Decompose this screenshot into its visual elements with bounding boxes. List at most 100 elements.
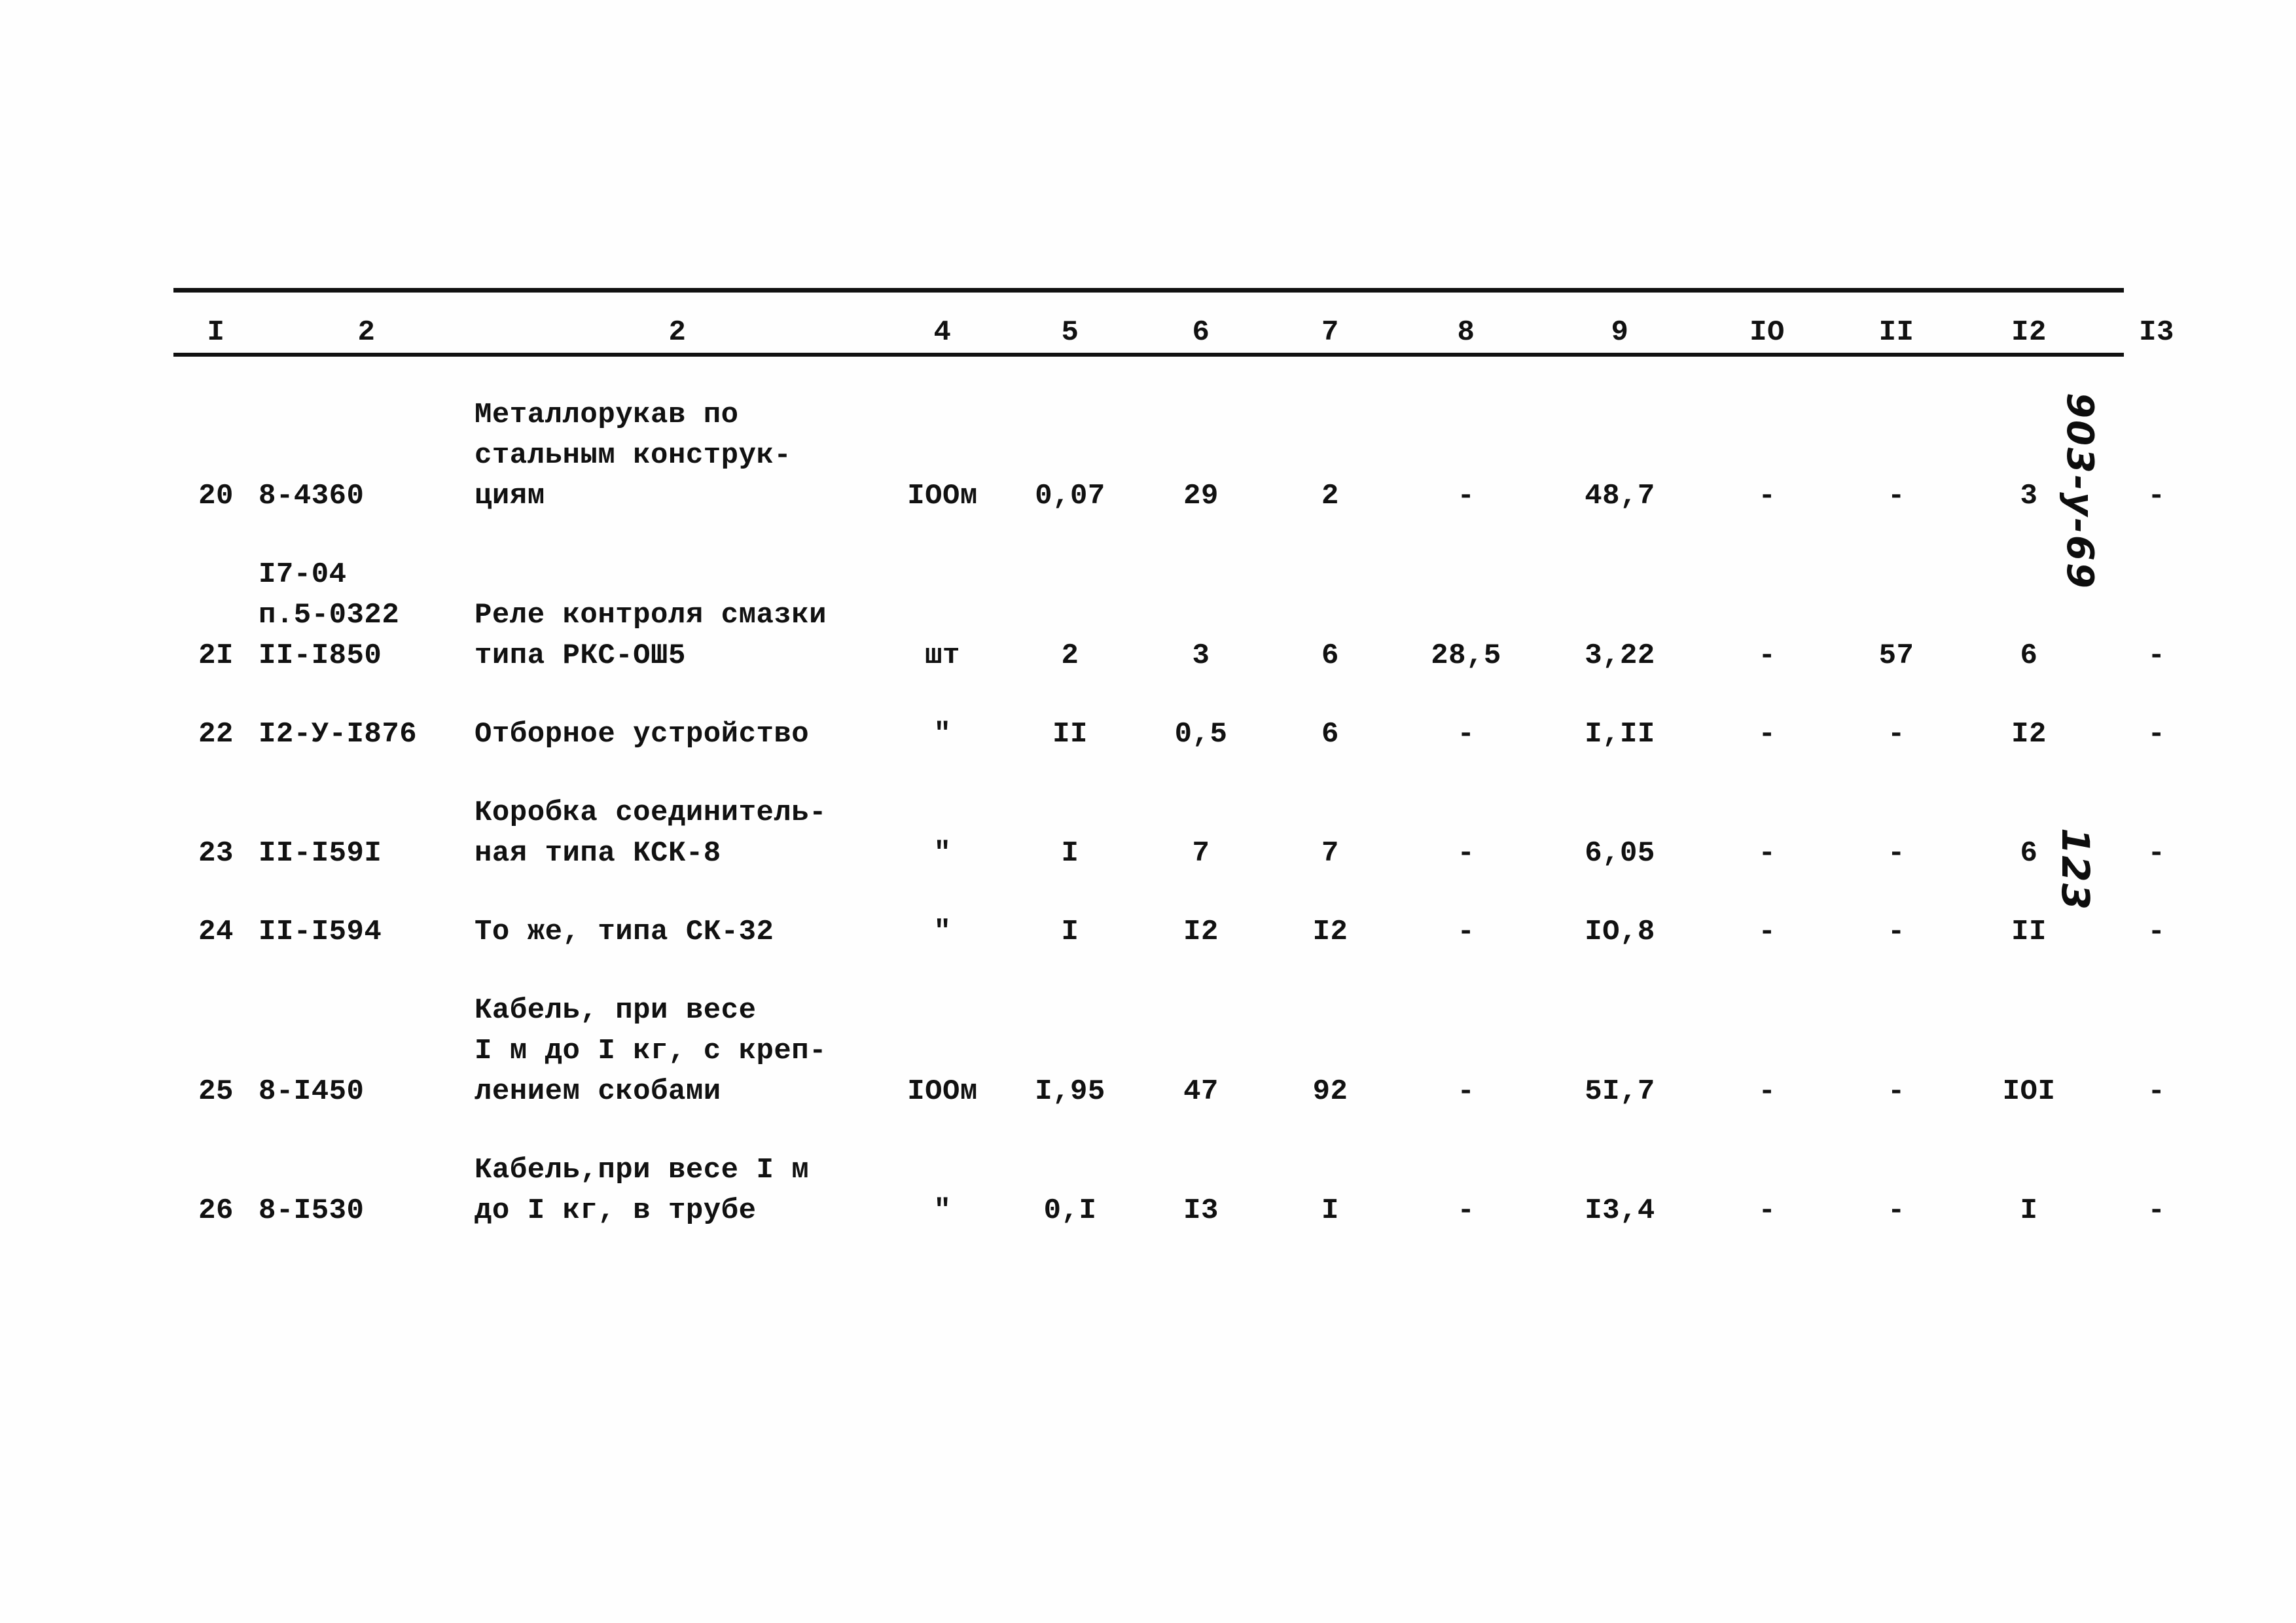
row-number: 2I bbox=[198, 639, 234, 672]
specification-table: I 2 2 4 5 6 7 8 9 IO II I2 I3 20 8-4360 … bbox=[173, 288, 2174, 1231]
row-value-10: - bbox=[1758, 718, 1776, 751]
row-description: Металлорукав по стальным конструк- циям bbox=[475, 399, 792, 512]
column-header-4: 4 bbox=[933, 316, 952, 349]
row-code: 8-I530 bbox=[259, 1194, 365, 1227]
column-header-9: 9 bbox=[1611, 316, 1629, 349]
row-value-8: - bbox=[1457, 718, 1475, 751]
column-header-6: 6 bbox=[1192, 316, 1210, 349]
row-value-11: - bbox=[1888, 1075, 1905, 1108]
row-value-7: 2 bbox=[1321, 480, 1339, 512]
row-code: I7-04 п.5-0322 II-I850 bbox=[259, 558, 400, 672]
row-value-10: - bbox=[1758, 1194, 1776, 1227]
row-unit: IOOм bbox=[907, 480, 978, 512]
row-unit: " bbox=[933, 916, 952, 948]
row-value-10: - bbox=[1758, 639, 1776, 672]
row-value-5: I,95 bbox=[1035, 1075, 1105, 1108]
table-row: 24 II-I594 То же, типа СК-32 " I I2 I2 -… bbox=[173, 912, 2215, 952]
row-value-6: 3 bbox=[1192, 639, 1210, 672]
row-value-5: I bbox=[1061, 916, 1079, 948]
row-unit: " bbox=[933, 1194, 952, 1227]
column-header-1: I bbox=[207, 316, 225, 349]
table-row: 20 8-4360 Металлорукав по стальным конст… bbox=[173, 395, 2215, 516]
row-gap-cell bbox=[173, 1112, 2215, 1150]
row-value-13: - bbox=[2147, 837, 2166, 870]
row-value-7: I bbox=[1321, 1194, 1339, 1227]
row-value-10: - bbox=[1758, 837, 1776, 870]
row-description: Отборное устройство bbox=[475, 718, 810, 751]
row-value-8: - bbox=[1457, 1075, 1475, 1108]
row-value-10: - bbox=[1758, 1075, 1776, 1108]
row-description: Коробка соединитель- ная типа КСК-8 bbox=[475, 796, 827, 870]
row-value-12: II bbox=[2011, 916, 2047, 948]
row-value-7: 7 bbox=[1321, 837, 1339, 870]
row-gap bbox=[173, 952, 2215, 990]
row-number: 25 bbox=[198, 1075, 234, 1108]
table-row: 22 I2-У-I876 Отборное устройство " II 0,… bbox=[173, 714, 2215, 755]
row-value-12: I bbox=[2020, 1194, 2038, 1227]
row-value-10: - bbox=[1758, 916, 1776, 948]
row-value-6: I2 bbox=[1183, 916, 1219, 948]
row-unit: IOOм bbox=[907, 1075, 978, 1108]
row-value-9: 3,22 bbox=[1585, 639, 1655, 672]
table-row: 2I I7-04 п.5-0322 II-I850 Реле контроля … bbox=[173, 554, 2215, 676]
row-gap-cell bbox=[173, 874, 2215, 912]
row-number: 20 bbox=[198, 480, 234, 512]
table-row: 26 8-I530 Кабель,при весе I м до I кг, в… bbox=[173, 1150, 2215, 1231]
table-header-row: I 2 2 4 5 6 7 8 9 IO II I2 I3 bbox=[173, 293, 2215, 353]
row-value-7: I2 bbox=[1312, 916, 1348, 948]
row-value-13: - bbox=[2147, 718, 2166, 751]
table-body: 20 8-4360 Металлорукав по стальным конст… bbox=[173, 357, 2215, 1231]
row-gap bbox=[173, 516, 2215, 554]
row-value-11: 57 bbox=[1878, 639, 1914, 672]
row-value-11: - bbox=[1888, 480, 1905, 512]
row-value-7: 92 bbox=[1312, 1075, 1348, 1108]
row-value-13: - bbox=[2147, 1194, 2166, 1227]
row-gap bbox=[173, 1112, 2215, 1150]
row-code: II-I594 bbox=[259, 916, 382, 948]
row-value-5: 2 bbox=[1061, 639, 1079, 672]
row-value-9: 48,7 bbox=[1585, 480, 1655, 512]
row-gap-cell bbox=[173, 357, 2215, 395]
row-value-11: - bbox=[1888, 916, 1905, 948]
row-gap-cell bbox=[173, 676, 2215, 714]
row-value-7: 6 bbox=[1321, 639, 1339, 672]
row-gap bbox=[173, 676, 2215, 714]
row-value-5: 0,07 bbox=[1035, 480, 1105, 512]
row-unit: " bbox=[933, 837, 952, 870]
row-value-13: - bbox=[2147, 480, 2166, 512]
row-value-11: - bbox=[1888, 1194, 1905, 1227]
row-gap-cell bbox=[173, 516, 2215, 554]
row-gap bbox=[173, 755, 2215, 793]
column-header-11: II bbox=[1878, 316, 1914, 349]
row-number: 26 bbox=[198, 1194, 234, 1227]
row-value-11: - bbox=[1888, 718, 1905, 751]
row-value-11: - bbox=[1888, 837, 1905, 870]
row-unit: шт bbox=[925, 639, 960, 672]
row-gap-cell bbox=[173, 755, 2215, 793]
row-value-13: - bbox=[2147, 1075, 2166, 1108]
row-unit: " bbox=[933, 718, 952, 751]
table: I 2 2 4 5 6 7 8 9 IO II I2 I3 bbox=[173, 293, 2215, 353]
handwritten-page-number: 123 bbox=[2053, 828, 2098, 912]
row-value-12: I2 bbox=[2011, 718, 2047, 751]
column-header-12: I2 bbox=[2011, 316, 2047, 349]
row-number: 23 bbox=[198, 837, 234, 870]
row-value-6: 29 bbox=[1183, 480, 1219, 512]
row-value-12: IOI bbox=[2002, 1075, 2056, 1108]
row-value-5: 0,I bbox=[1043, 1194, 1097, 1227]
row-number: 24 bbox=[198, 916, 234, 948]
row-code: II-I59I bbox=[259, 837, 382, 870]
table-row: 25 8-I450 Кабель, при весе I м до I кг, … bbox=[173, 990, 2215, 1112]
handwritten-document-code: 903-у-69 bbox=[2058, 393, 2101, 590]
column-header-5: 5 bbox=[1061, 316, 1079, 349]
row-value-8: - bbox=[1457, 1194, 1475, 1227]
row-value-9: IO,8 bbox=[1585, 916, 1655, 948]
row-value-5: II bbox=[1052, 718, 1088, 751]
row-description: То же, типа СК-32 bbox=[475, 916, 774, 948]
row-value-6: 0,5 bbox=[1174, 718, 1228, 751]
column-header-7: 7 bbox=[1321, 316, 1339, 349]
row-description: Реле контроля смазки типа РКС-ОШ5 bbox=[475, 599, 827, 672]
row-value-9: 5I,7 bbox=[1585, 1075, 1655, 1108]
row-code: I2-У-I876 bbox=[259, 718, 418, 751]
scanned-page: I 2 2 4 5 6 7 8 9 IO II I2 I3 20 8-4360 … bbox=[0, 0, 2296, 1623]
